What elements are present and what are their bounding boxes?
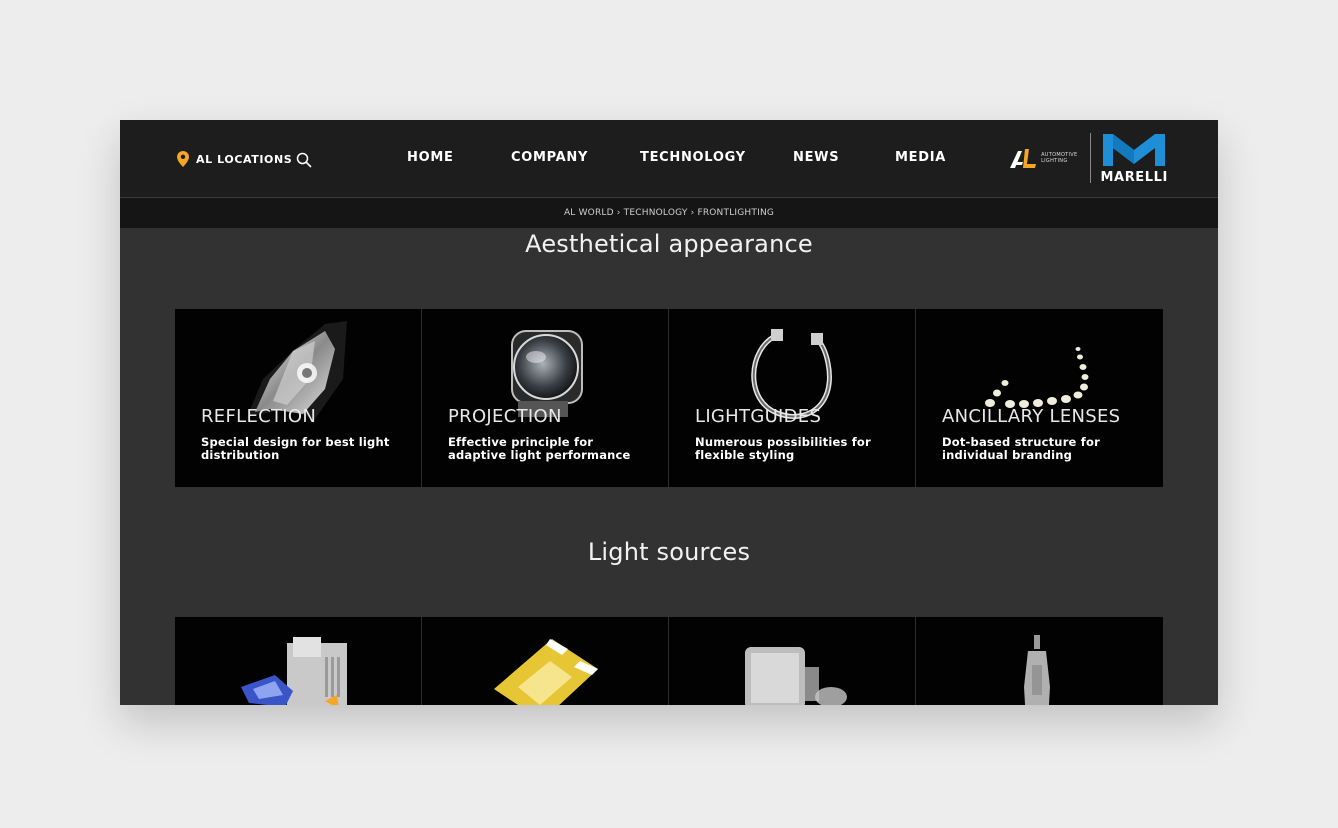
card-lightguides[interactable]: LIGHTGUIDES Numerous possibilities for f… bbox=[669, 309, 916, 487]
breadcrumb-bar: AL WORLD › TECHNOLOGY › FRONTLIGHTING bbox=[120, 198, 1218, 228]
automotive-lighting-logo: AUTOMOTIVE LIGHTING bbox=[1010, 147, 1077, 169]
card-title: LIGHTGUIDES bbox=[695, 406, 822, 427]
card-description: Dot-based structure for individual brand… bbox=[942, 435, 1100, 462]
nav-company[interactable]: COMPANY bbox=[511, 150, 640, 165]
card-halogen-bulb[interactable] bbox=[916, 617, 1163, 705]
card-description: Special design for best light distributi… bbox=[201, 435, 390, 462]
al-logo-mark-icon bbox=[1010, 149, 1037, 168]
al-logo-text: AUTOMOTIVE LIGHTING bbox=[1041, 152, 1078, 164]
main-nav: HOME COMPANY TECHNOLOGY NEWS MEDIA bbox=[407, 150, 946, 165]
nav-technology[interactable]: TECHNOLOGY bbox=[640, 150, 793, 165]
card-ancillary-lenses[interactable]: ANCILLARY LENSES Dot-based structure for… bbox=[916, 309, 1163, 487]
card-projection[interactable]: PROJECTION Effective principle for adapt… bbox=[422, 309, 669, 487]
card-title: REFLECTION bbox=[201, 406, 317, 427]
card-laser-module[interactable] bbox=[175, 617, 422, 705]
aesthetical-cards: REFLECTION Special design for best light… bbox=[175, 309, 1163, 487]
section-title-aesthetical: Aesthetical appearance bbox=[525, 230, 813, 258]
section-title-light-sources: Light sources bbox=[587, 538, 751, 566]
site-header: AL LOCATIONS HOME COMPANY TECHNOLOGY NEW… bbox=[120, 120, 1218, 198]
card-led-chip[interactable] bbox=[422, 617, 669, 705]
nav-news[interactable]: NEWS bbox=[793, 150, 895, 165]
logo-divider bbox=[1089, 133, 1091, 183]
laser-module-image bbox=[241, 637, 347, 705]
location-pin-icon bbox=[177, 151, 189, 167]
search-icon[interactable] bbox=[296, 152, 312, 168]
nav-media[interactable]: MEDIA bbox=[895, 150, 946, 165]
xenon-bulb-image bbox=[745, 647, 847, 705]
marelli-m-icon bbox=[1103, 133, 1166, 166]
halogen-bulb-image bbox=[1024, 635, 1050, 705]
al-locations-link[interactable]: AL LOCATIONS bbox=[177, 151, 292, 167]
card-description: Numerous possibilities for flexible styl… bbox=[695, 435, 871, 462]
led-chip-image bbox=[494, 639, 598, 705]
breadcrumb[interactable]: AL WORLD › TECHNOLOGY › FRONTLIGHTING bbox=[564, 198, 774, 228]
nav-home[interactable]: HOME bbox=[407, 150, 511, 165]
card-title: ANCILLARY LENSES bbox=[942, 406, 1121, 427]
card-title: PROJECTION bbox=[448, 406, 562, 427]
light-source-cards bbox=[175, 617, 1163, 705]
card-description: Effective principle for adaptive light p… bbox=[448, 435, 631, 462]
card-reflection[interactable]: REFLECTION Special design for best light… bbox=[175, 309, 422, 487]
al-locations-label: AL LOCATIONS bbox=[196, 152, 293, 166]
brand-logos[interactable]: AUTOMOTIVE LIGHTING MARELLI bbox=[1010, 132, 1169, 185]
browser-page: AL LOCATIONS HOME COMPANY TECHNOLOGY NEW… bbox=[120, 120, 1218, 705]
card-xenon-bulb[interactable] bbox=[669, 617, 916, 705]
marelli-logo: MARELLI bbox=[1101, 132, 1169, 185]
